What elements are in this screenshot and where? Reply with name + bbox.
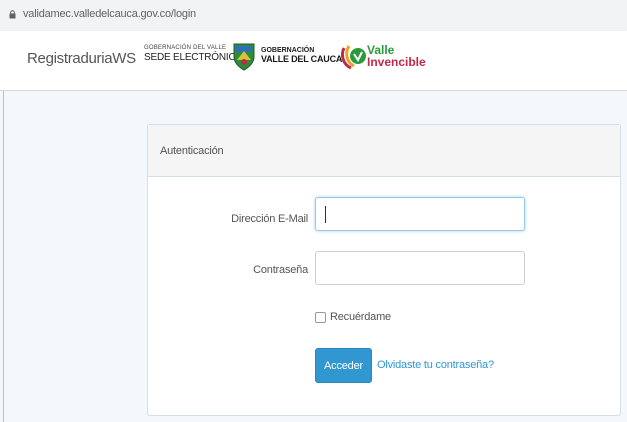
gobernacion-logo-line2: VALLE DEL CAUCA	[261, 54, 343, 64]
sede-logo-line1: GOBERNACIÓN DEL VALLE	[144, 45, 227, 51]
valle-invencible-icon	[341, 45, 366, 70]
top-navbar: RegistraduriaWS GOBERNACIÓN DEL VALLE SE…	[0, 31, 627, 91]
remember-label[interactable]: Recuérdame	[330, 311, 391, 323]
login-card: Autenticación Dirección E-Mail Contraseñ…	[147, 124, 621, 416]
address-bar[interactable]: validamec.valledelcauca.gov.co/login	[0, 0, 627, 32]
browser-window: validamec.valledelcauca.gov.co/login Reg…	[0, 0, 627, 422]
remember-checkbox[interactable]	[315, 312, 326, 323]
sede-logo-line2: SEDE ELECTRÓNICA	[144, 52, 242, 63]
card-header: Autenticación	[148, 125, 620, 177]
sede-electronica-logo: GOBERNACIÓN DEL VALLE SEDE ELECTRÓNICA	[144, 45, 242, 63]
gobernacion-logo-line1: GOBERNACIÓN	[261, 47, 315, 54]
valle-logo-line2: Invencible	[367, 55, 426, 69]
password-field[interactable]	[315, 251, 525, 285]
email-field[interactable]	[315, 197, 525, 231]
password-label: Contraseña	[253, 264, 308, 276]
url-text[interactable]: validamec.valledelcauca.gov.co/login	[23, 8, 196, 20]
login-button[interactable]: Acceder	[315, 348, 372, 383]
card-title: Autenticación	[160, 145, 224, 157]
coat-of-arms-icon	[233, 43, 255, 71]
gobernacion-logo: GOBERNACIÓN VALLE DEL CAUCA	[261, 47, 342, 64]
valle-invencible-logo: Valle Invencible	[367, 44, 426, 69]
forgot-password-link[interactable]: Olvidaste tu contraseña?	[377, 359, 494, 371]
lock-icon	[9, 10, 16, 19]
brand-link[interactable]: RegistraduriaWS	[27, 50, 136, 67]
email-label: Dirección E-Mail	[231, 213, 308, 225]
window-edge	[3, 91, 4, 422]
text-caret	[325, 206, 326, 223]
